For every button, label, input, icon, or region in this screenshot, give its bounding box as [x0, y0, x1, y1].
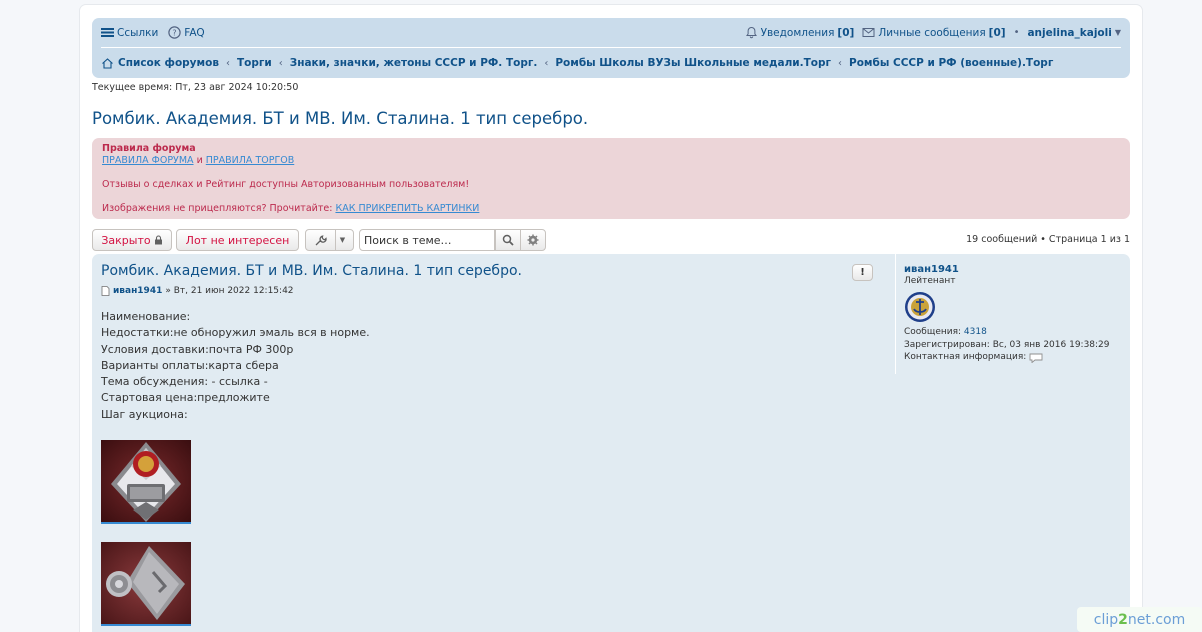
post-author[interactable]: иван1941 — [113, 286, 162, 296]
notifications-label: Уведомления — [760, 26, 835, 39]
report-button[interactable]: ! — [852, 264, 873, 281]
faq-label: FAQ — [184, 26, 205, 39]
profile-username[interactable]: иван1941 — [904, 264, 1125, 275]
contact-label: Контактная информация: — [904, 352, 1027, 362]
badge-back-image — [101, 542, 191, 624]
messages-count: [0] — [988, 26, 1006, 39]
rules-title: Правила форума — [102, 143, 196, 154]
pagination: 19 сообщений • Страница 1 из 1 — [966, 234, 1130, 245]
breadcrumb: Список форумов ‹ Торги ‹ Знаки, значки, … — [101, 54, 1121, 72]
breadcrumb-forum-index[interactable]: Список форумов — [118, 57, 219, 69]
speech-bubble-icon[interactable] — [1029, 353, 1043, 363]
closed-label: Закрыто — [101, 233, 151, 247]
post-line: Наименование: — [101, 310, 191, 323]
post-line: Варианты оплаты:карта сбера — [101, 358, 279, 372]
current-time: Текущее время: Пт, 23 авг 2024 10:20:50 — [92, 82, 299, 93]
watermark-part3: net.com — [1127, 611, 1186, 628]
search-icon — [502, 234, 514, 246]
breadcrumb-badges[interactable]: Знаки, значки, жетоны СССР и РФ. Торг. — [290, 57, 538, 69]
post-content: Наименование: Недостатки:не обноружил эм… — [101, 309, 370, 423]
post-line: Условия доставки:почта РФ 300р — [101, 342, 294, 356]
report-icon: ! — [860, 267, 865, 278]
advanced-search-button[interactable] — [520, 229, 546, 251]
chevron-down-icon: ▼ — [1114, 28, 1121, 37]
envelope-icon — [862, 28, 875, 37]
bell-icon — [745, 26, 757, 39]
faq-link[interactable]: ? FAQ — [168, 26, 205, 39]
registered-date: Вс, 03 янв 2016 19:38:29 — [992, 339, 1110, 350]
breadcrumb-trades[interactable]: Торги — [237, 57, 272, 69]
breadcrumb-separator-icon: ‹ — [544, 57, 549, 69]
post-line: Шаг аукциона: — [101, 407, 188, 421]
home-icon — [102, 57, 113, 69]
user-menu[interactable]: anjelina_kajoli ▼ — [1027, 27, 1121, 39]
nav-bullet: • — [1013, 27, 1020, 38]
forum-rules-link[interactable]: ПРАВИЛА ФОРУМА — [102, 155, 194, 166]
closed-button[interactable]: Закрыто — [92, 229, 172, 251]
trade-rules-link[interactable]: ПРАВИЛА ТОРГОВ — [206, 155, 294, 166]
links-label: Ссылки — [117, 26, 159, 39]
post-line: Недостатки:не обноружил эмаль вся в норм… — [101, 326, 370, 340]
posts-count[interactable]: 4318 — [964, 327, 987, 337]
lock-icon — [154, 235, 162, 245]
messages-label: Личные сообщения — [878, 26, 986, 39]
post-icon[interactable] — [101, 286, 110, 296]
profile-rank: Лейтенант — [904, 276, 956, 286]
attachment-image[interactable] — [101, 440, 191, 524]
rules-and: и — [196, 155, 203, 166]
badge-front-image — [101, 440, 191, 522]
watermark-part1: clip — [1093, 611, 1119, 628]
breadcrumb-military-badges[interactable]: Ромбы СССР и РФ (военные).Торг — [849, 57, 1053, 69]
notifications-count: [0] — [837, 26, 855, 39]
rules-notice: Отзывы о сделках и Рейтинг доступны Авто… — [102, 179, 470, 190]
forum-rules: Правила форума ПРАВИЛА ФОРУМА и ПРАВИЛА … — [92, 138, 1130, 219]
topic-tools-button[interactable]: ▼ — [305, 229, 354, 251]
nav-top: Ссылки ? FAQ Уведомления [0] Личные сооб… — [101, 18, 1121, 48]
page-title[interactable]: Ромбик. Академия. БТ и МВ. Им. Сталина. … — [92, 109, 588, 128]
search-button[interactable] — [495, 229, 521, 251]
post-title[interactable]: Ромбик. Академия. БТ и МВ. Им. Сталина. … — [101, 263, 522, 279]
not-interested-label: Лот не интересен — [185, 233, 290, 247]
breadcrumb-separator-icon: ‹ — [278, 57, 283, 69]
avatar[interactable] — [904, 291, 936, 323]
links-menu[interactable]: Ссылки — [101, 26, 158, 39]
navbar: Ссылки ? FAQ Уведомления [0] Личные сооб… — [92, 18, 1130, 78]
help-icon: ? — [168, 26, 181, 39]
post-profile: иван1941 Лейтенант Сообщения: 4318 Зарег… — [895, 254, 1125, 374]
menu-icon — [101, 28, 114, 37]
attachment-image[interactable] — [101, 542, 191, 626]
notifications-link[interactable]: Уведомления [0] — [745, 26, 855, 39]
registered-label: Зарегистрирован: — [904, 339, 990, 350]
post-line: Тема обсуждения: - ссылка - — [101, 375, 268, 389]
username: anjelina_kajoli — [1027, 26, 1112, 39]
wrench-icon — [315, 234, 327, 245]
breadcrumb-school-badges[interactable]: Ромбы Школы ВУЗы Школьные медали.Торг — [555, 57, 831, 69]
posts-label: Сообщения: — [904, 327, 962, 337]
search-input[interactable] — [359, 229, 495, 251]
chevron-down-icon: ▼ — [334, 230, 345, 250]
breadcrumb-separator-icon: ‹ — [225, 57, 230, 69]
action-bar: Закрыто Лот не интересен ▼ 19 сообщений … — [92, 229, 1130, 251]
messages-link[interactable]: Личные сообщения [0] — [862, 26, 1006, 39]
attach-help-link[interactable]: КАК ПРИКРЕПИТЬ КАРТИНКИ — [335, 203, 479, 214]
breadcrumb-separator-icon: ‹ — [838, 57, 843, 69]
watermark-logo: clip 2 net.com — [1077, 607, 1202, 632]
page-wrap: Ссылки ? FAQ Уведомления [0] Личные сооб… — [79, 4, 1143, 632]
post-date: » Вт, 21 июн 2022 12:15:42 — [165, 286, 294, 296]
post: Ромбик. Академия. БТ и МВ. Им. Сталина. … — [92, 254, 1130, 632]
watermark-part2: 2 — [1118, 611, 1128, 628]
post-line: Стартовая цена:предложите — [101, 391, 270, 405]
not-interested-button[interactable]: Лот не интересен — [176, 229, 299, 251]
svg-text:?: ? — [173, 29, 177, 38]
rules-attach-text: Изображения не прицепляются? Прочитайте: — [102, 203, 333, 214]
gear-icon — [527, 234, 539, 246]
post-meta: иван1941 » Вт, 21 июн 2022 12:15:42 — [101, 286, 294, 296]
